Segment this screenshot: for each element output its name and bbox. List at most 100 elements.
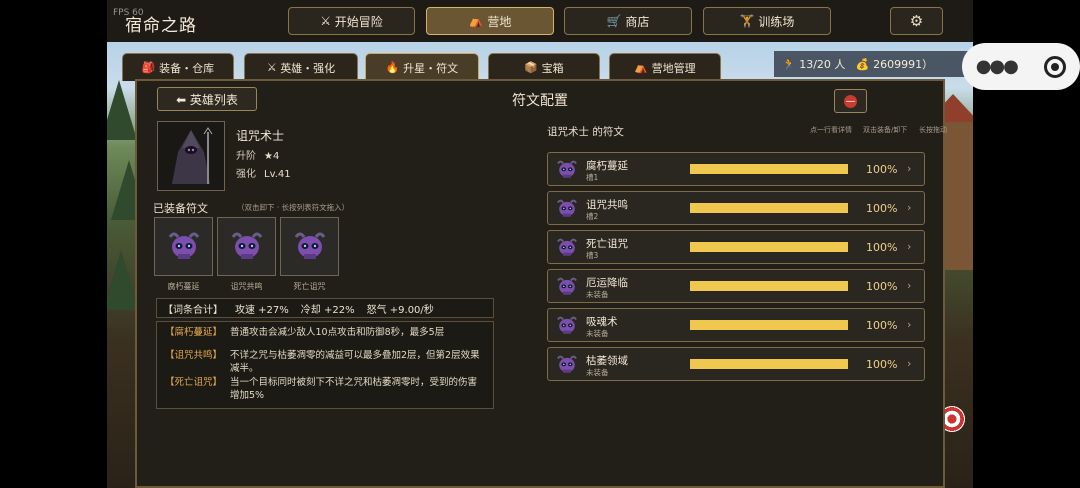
tab-camp-management[interactable]: ⛺ 营地管理 <box>609 53 721 81</box>
hero-level-row: 强化 Lv.41 <box>236 169 291 180</box>
skull-rune-icon <box>554 352 580 378</box>
effect-row: 【诅咒共鸣】 不详之咒与枯萎凋零的减益可以最多叠加2层，但第2层效果减半。 <box>165 350 480 374</box>
equipped-hint: （双击卸下 · 长按列表符文拖入） <box>237 203 350 212</box>
equipped-runes-title: 已装备符文 <box>153 202 208 215</box>
effect-row: 【死亡诅咒】 当一个目标同时被刻下不详之咒和枯萎凋零时，受到的伤害增加5% <box>165 377 478 401</box>
rune-progress-bar <box>690 320 848 330</box>
hero-level-value: Lv.41 <box>264 169 291 180</box>
rune-progress-fill <box>690 242 848 252</box>
dumbbell-icon: 🏋 <box>739 14 755 28</box>
sword-icon: ⚔ <box>266 61 277 74</box>
rune-slot-1[interactable] <box>154 217 213 276</box>
stat-summary: 【词条合计】 攻速 +27% 冷却 +22% 怒气 +9.00/秒 <box>156 298 494 318</box>
back-to-hero-list-button[interactable]: ⬅ 英雄列表 <box>157 87 257 111</box>
nav-adventure-button[interactable]: ⚔ 开始冒险 <box>288 7 415 35</box>
rune-progress-fill <box>690 203 848 213</box>
panel-title: 符文配置 <box>512 93 568 109</box>
hero-star-row: 升阶 ★4 <box>236 151 280 162</box>
skull-rune-icon <box>294 232 325 259</box>
rune-progress-bar <box>690 281 848 291</box>
skull-rune-icon <box>231 232 262 259</box>
rune-list-hint: 长按拖动 <box>919 126 947 134</box>
chevron-right-icon: › <box>907 357 912 370</box>
rune-name: 厄运降临 <box>586 277 628 289</box>
rune-progress-fill <box>690 359 848 369</box>
rune-slot-3-label: 死亡诅咒 <box>293 282 326 291</box>
hero-count: 13/20 人 <box>799 58 846 71</box>
top-bar: FPS 60 宿命之路 ⚔ 开始冒险 ⛺ 营地 🛒 商店 🏋 训练场 ⚙ <box>107 0 973 42</box>
runner-icon: 🏃 <box>782 57 796 71</box>
rune-slot-3[interactable] <box>280 217 339 276</box>
rune-row[interactable]: 诅咒共鸣 槽2 100% › <box>547 191 925 225</box>
game-view: FPS 60 宿命之路 ⚔ 开始冒险 ⛺ 营地 🛒 商店 🏋 训练场 ⚙ 🎒 装… <box>107 0 973 488</box>
skull-rune-icon <box>554 196 580 222</box>
rune-percent: 100% <box>866 280 898 293</box>
chevron-right-icon: › <box>907 279 912 292</box>
sword-icon: ⚔ <box>320 14 331 28</box>
rune-row[interactable]: 枯萎领域 未装备 100% › <box>547 347 925 381</box>
nav-training-button[interactable]: 🏋 训练场 <box>703 7 831 35</box>
settings-button[interactable]: ⚙ <box>890 7 943 35</box>
more-icon[interactable]: ●●● <box>976 56 1019 77</box>
rune-slot-2[interactable] <box>217 217 276 276</box>
rune-list-hint: 点一行看详情 <box>810 126 852 134</box>
rune-percent: 100% <box>866 241 898 254</box>
stat-attack-speed: 攻速 +27% <box>235 304 289 316</box>
rune-status: 槽1 <box>586 173 599 182</box>
chest-icon: 📦 <box>524 61 539 74</box>
rune-slot-2-label: 诅咒共鸣 <box>230 282 263 291</box>
backpack-icon: 🎒 <box>141 61 156 74</box>
skull-rune-icon <box>168 232 199 259</box>
nav-shop-button[interactable]: 🛒 商店 <box>564 7 692 35</box>
skull-rune-icon <box>554 313 580 339</box>
rune-percent: 100% <box>866 202 898 215</box>
close-miniprogram-icon[interactable] <box>1044 55 1067 78</box>
rune-percent: 100% <box>866 319 898 332</box>
rune-name: 腐朽蔓延 <box>586 160 628 172</box>
stat-rage: 怒气 +9.00/秒 <box>366 304 434 316</box>
hero-star-value: ★4 <box>264 151 280 162</box>
chevron-right-icon: › <box>907 240 912 253</box>
nav-camp-button[interactable]: ⛺ 营地 <box>426 7 554 35</box>
rune-row[interactable]: 厄运降临 未装备 100% › <box>547 269 925 303</box>
chevron-right-icon: › <box>907 318 912 331</box>
rune-percent: 100% <box>866 358 898 371</box>
gold-amount: 2609991） <box>873 58 934 71</box>
tab-hero-upgrade[interactable]: ⚔ 英雄・强化 <box>244 53 358 81</box>
tab-equipment[interactable]: 🎒 装备・仓库 <box>122 53 234 81</box>
rune-name: 诅咒共鸣 <box>586 199 628 211</box>
hero-name: 诅咒术士 <box>236 129 285 143</box>
rune-progress-bar <box>690 242 848 252</box>
rune-effects-box: 【腐朽蔓延】 普通攻击会减少敌人10点攻击和防御8秒，最多5层 【诅咒共鸣】 不详之… <box>156 321 494 409</box>
cart-icon: 🛒 <box>606 14 622 28</box>
rune-row[interactable]: 死亡诅咒 槽3 100% › <box>547 230 925 264</box>
rune-status: 未装备 <box>586 368 609 377</box>
rune-progress-bar <box>690 203 848 213</box>
miniprogram-capsule: ●●● <box>962 43 1080 90</box>
resource-bar: 🏃 13/20 人 💰 2609991） <box>774 51 973 77</box>
gear-icon: ⚙ <box>909 12 924 30</box>
coin-bag-icon: 💰 <box>855 57 870 71</box>
rune-percent: 100% <box>866 163 898 176</box>
rune-progress-fill <box>690 281 848 291</box>
skull-rune-icon <box>554 274 580 300</box>
chevron-right-icon: › <box>907 201 912 214</box>
rune-config-panel: ⬅ 英雄列表 符文配置 — 诅咒术士 升阶 ★4 强化 Lv.41 已装备符文 （双… <box>135 79 947 488</box>
camp-icon: ⛺ <box>634 61 649 74</box>
rune-status: 未装备 <box>586 329 609 338</box>
game-title: 宿命之路 <box>125 16 197 36</box>
rune-name: 死亡诅咒 <box>586 238 628 250</box>
close-icon: — <box>844 94 857 108</box>
hero-portrait <box>157 121 225 191</box>
skull-rune-icon <box>554 157 580 183</box>
rune-status: 槽3 <box>586 251 599 260</box>
rune-row[interactable]: 腐朽蔓延 槽1 100% › <box>547 152 925 186</box>
flame-icon: 🔥 <box>385 61 400 74</box>
tab-chest[interactable]: 📦 宝箱 <box>488 53 600 81</box>
close-button[interactable]: — <box>834 89 867 113</box>
rune-row[interactable]: 吸魂术 未装备 100% › <box>547 308 925 342</box>
rune-name: 吸魂术 <box>586 316 618 328</box>
tab-star-rune[interactable]: 🔥 升星・符文 <box>365 53 479 81</box>
rune-list-heading: 诅咒术士 的符文 <box>547 126 624 138</box>
stat-summary-label: 【词条合计】 <box>163 304 223 316</box>
